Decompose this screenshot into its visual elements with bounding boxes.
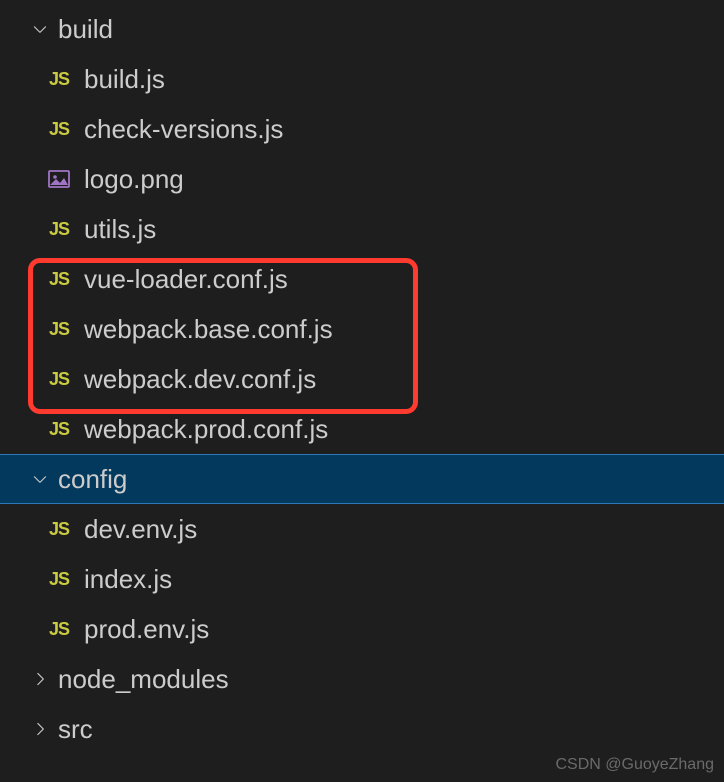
js-icon: JS <box>44 569 74 590</box>
file-webpack-dev-conf-js[interactable]: JS webpack.dev.conf.js <box>0 354 724 404</box>
file-label: webpack.base.conf.js <box>84 314 333 345</box>
file-label: build.js <box>84 64 165 95</box>
file-label: check-versions.js <box>84 114 283 145</box>
js-icon: JS <box>44 269 74 290</box>
folder-config[interactable]: config <box>0 454 724 504</box>
file-prod-env-js[interactable]: JS prod.env.js <box>0 604 724 654</box>
chevron-down-icon <box>28 467 52 491</box>
js-icon: JS <box>44 219 74 240</box>
image-icon <box>44 167 74 191</box>
file-webpack-prod-conf-js[interactable]: JS webpack.prod.conf.js <box>0 404 724 454</box>
chevron-down-icon <box>28 17 52 41</box>
js-icon: JS <box>44 369 74 390</box>
file-label: webpack.dev.conf.js <box>84 364 316 395</box>
file-label: index.js <box>84 564 172 595</box>
file-dev-env-js[interactable]: JS dev.env.js <box>0 504 724 554</box>
file-label: utils.js <box>84 214 156 245</box>
file-index-js[interactable]: JS index.js <box>0 554 724 604</box>
folder-label: node_modules <box>58 664 229 695</box>
js-icon: JS <box>44 419 74 440</box>
file-check-versions-js[interactable]: JS check-versions.js <box>0 104 724 154</box>
folder-node-modules[interactable]: node_modules <box>0 654 724 704</box>
js-icon: JS <box>44 519 74 540</box>
file-label: vue-loader.conf.js <box>84 264 288 295</box>
file-utils-js[interactable]: JS utils.js <box>0 204 724 254</box>
file-logo-png[interactable]: logo.png <box>0 154 724 204</box>
js-icon: JS <box>44 619 74 640</box>
folder-label: config <box>58 464 127 495</box>
file-vue-loader-conf-js[interactable]: JS vue-loader.conf.js <box>0 254 724 304</box>
js-icon: JS <box>44 119 74 140</box>
js-icon: JS <box>44 319 74 340</box>
js-icon: JS <box>44 69 74 90</box>
file-label: logo.png <box>84 164 184 195</box>
folder-label: build <box>58 14 113 45</box>
file-tree: build JS build.js JS check-versions.js l… <box>0 0 724 754</box>
watermark: CSDN @GuoyeZhang <box>555 756 714 774</box>
file-label: prod.env.js <box>84 614 209 645</box>
chevron-right-icon <box>28 667 52 691</box>
folder-src[interactable]: src <box>0 704 724 754</box>
folder-label: src <box>58 714 93 745</box>
file-label: dev.env.js <box>84 514 197 545</box>
file-label: webpack.prod.conf.js <box>84 414 328 445</box>
file-build-js[interactable]: JS build.js <box>0 54 724 104</box>
file-webpack-base-conf-js[interactable]: JS webpack.base.conf.js <box>0 304 724 354</box>
chevron-right-icon <box>28 717 52 741</box>
folder-build[interactable]: build <box>0 4 724 54</box>
